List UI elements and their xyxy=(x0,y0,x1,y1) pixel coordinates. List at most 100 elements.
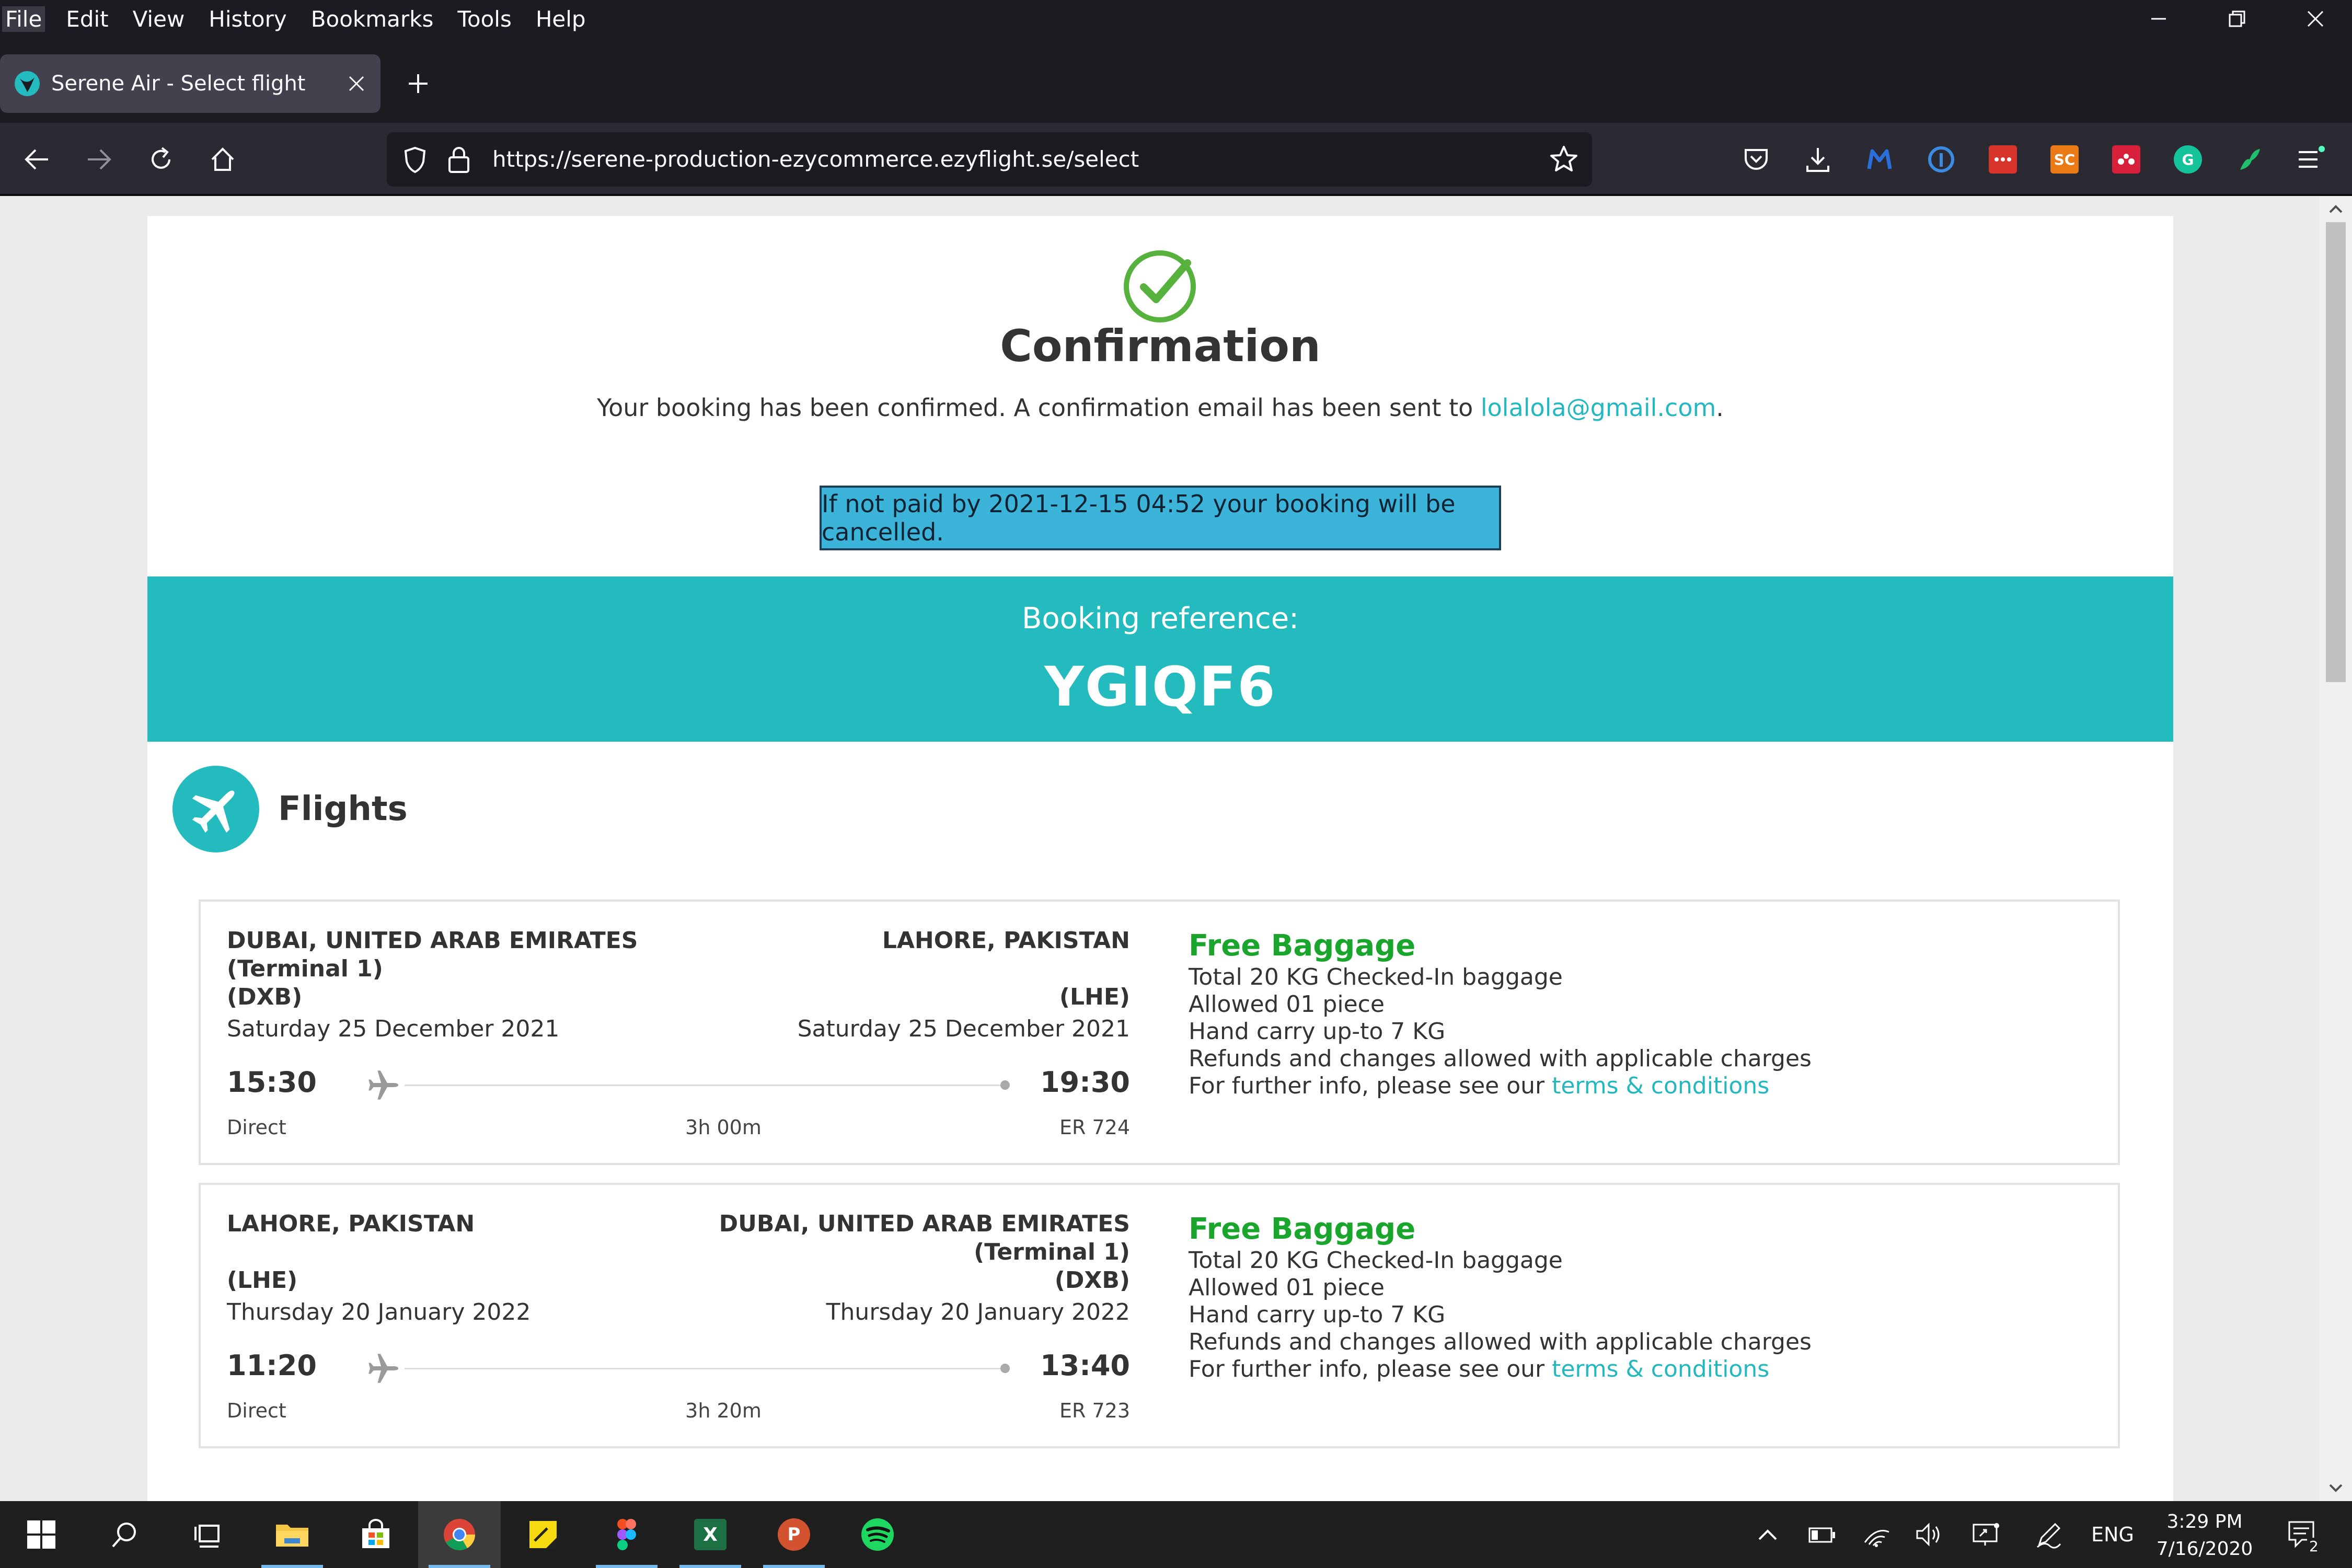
task-view-button[interactable] xyxy=(167,1501,250,1568)
menu-bookmarks[interactable]: Bookmarks xyxy=(308,6,437,32)
downloads-button[interactable] xyxy=(1802,144,1834,175)
network-status[interactable] xyxy=(1855,1501,1897,1568)
baggage-line: Hand carry up-to 7 KG xyxy=(1189,1018,1446,1045)
destination-city: DUBAI, UNITED ARAB EMIRATES (Terminal 1)(… xyxy=(555,1210,1130,1295)
shield-icon[interactable] xyxy=(400,145,430,176)
sticky-notes-button[interactable] xyxy=(502,1501,584,1568)
flight-number: ER 723 xyxy=(1059,1399,1130,1422)
extension-mendeley[interactable] xyxy=(2111,144,2142,175)
scroll-up-button[interactable] xyxy=(2320,196,2352,222)
tab-title: Serene Air - Select flight xyxy=(51,72,306,96)
running-indicator xyxy=(679,1565,741,1568)
excel-icon: X xyxy=(694,1519,727,1550)
arrival-date: Thursday 20 January 2022 xyxy=(826,1299,1130,1325)
extension-password[interactable] xyxy=(1926,144,1957,175)
new-tab-button[interactable] xyxy=(403,69,433,98)
url-bar[interactable]: https://serene-production-ezycommerce.ez… xyxy=(387,132,1592,187)
spotify-icon xyxy=(861,1518,894,1551)
notification-count: 2 xyxy=(2307,1538,2321,1555)
terms-conditions-link[interactable]: terms & conditions xyxy=(1552,1073,1769,1099)
spotify-button[interactable] xyxy=(836,1501,919,1568)
departure-date: Thursday 20 January 2022 xyxy=(227,1299,531,1325)
extension-red-app[interactable] xyxy=(1987,144,2019,175)
microsoft-store-button[interactable] xyxy=(335,1501,417,1568)
baggage-line: Total 20 KG Checked-In baggage xyxy=(1189,964,1563,990)
page-scrollbar[interactable] xyxy=(2320,196,2352,1501)
scrollbar-thumb[interactable] xyxy=(2326,222,2346,682)
windows-logo-icon xyxy=(27,1520,55,1549)
pocket-button[interactable] xyxy=(1740,144,1772,175)
speaker-icon xyxy=(1916,1523,1940,1547)
system-clock[interactable]: 3:29 PM 7/16/2020 xyxy=(2147,1508,2262,1563)
flight-card-outbound: DUBAI, UNITED ARAB EMIRATES (Terminal 1)(… xyxy=(199,900,2120,1165)
airplane-icon xyxy=(172,766,259,852)
menu-help[interactable]: Help xyxy=(533,6,589,32)
search-button[interactable] xyxy=(84,1501,166,1568)
baggage-line: Refunds and changes allowed with applica… xyxy=(1189,1329,1812,1355)
extension-grammarly[interactable]: G xyxy=(2172,144,2204,175)
show-hidden-icons-button[interactable] xyxy=(1751,1501,1784,1568)
home-button[interactable] xyxy=(204,141,241,178)
lock-icon[interactable] xyxy=(444,144,474,177)
pen-ink-button[interactable] xyxy=(2028,1501,2070,1568)
confirmation-message: Your booking has been confirmed. A confi… xyxy=(147,394,2173,422)
chevron-up-icon xyxy=(2329,205,2343,213)
extension-sc[interactable]: SC xyxy=(2049,144,2080,175)
battery-status[interactable] xyxy=(1801,1501,1843,1568)
forward-button[interactable] xyxy=(80,141,118,178)
confirmation-email-link[interactable]: lolalola@gmail.com xyxy=(1481,394,1716,422)
baggage-line: For further info, please see our terms &… xyxy=(1189,1073,2025,1100)
menu-button[interactable] xyxy=(2296,144,2327,175)
back-button[interactable] xyxy=(18,141,55,178)
powerpoint-button[interactable]: P xyxy=(753,1501,835,1568)
close-icon xyxy=(349,76,364,91)
hamburger-menu-icon xyxy=(2299,146,2325,168)
pocket-icon xyxy=(1745,149,1768,170)
serene-favicon-icon xyxy=(13,69,42,98)
monitor-icon xyxy=(1973,1523,1999,1546)
menu-history[interactable]: History xyxy=(205,6,290,32)
store-bag-icon xyxy=(362,1519,389,1548)
bookmark-star-icon[interactable] xyxy=(1548,144,1579,177)
chrome-button[interactable] xyxy=(418,1501,501,1568)
powerpoint-icon: P xyxy=(778,1518,810,1551)
destination-code: (DXB) xyxy=(1054,1267,1130,1294)
file-explorer-button[interactable] xyxy=(251,1501,333,1568)
close-window-button[interactable] xyxy=(2276,0,2352,38)
checkmark-circle-icon xyxy=(1124,250,1196,322)
extension-green-app[interactable] xyxy=(2234,144,2265,175)
display-project-button[interactable] xyxy=(1965,1501,2007,1568)
input-language[interactable]: ENG xyxy=(2086,1501,2139,1568)
volume-control[interactable] xyxy=(1908,1501,1950,1568)
flight-number: ER 724 xyxy=(1059,1116,1130,1139)
reload-button[interactable] xyxy=(142,141,180,178)
menu-file[interactable]: File xyxy=(2,6,45,32)
menu-view[interactable]: View xyxy=(130,6,188,32)
figma-button[interactable] xyxy=(585,1501,668,1568)
menu-edit[interactable]: Edit xyxy=(63,6,111,32)
further-info-text: For further info, please see our xyxy=(1189,1073,1552,1099)
tab-serene-air[interactable]: Serene Air - Select flight xyxy=(0,54,381,113)
menu-tools[interactable]: Tools xyxy=(454,6,514,32)
confirmation-title: Confirmation xyxy=(1000,320,1321,372)
menu-bar: File Edit View History Bookmarks Tools H… xyxy=(0,0,2352,38)
extension-malwarebytes[interactable] xyxy=(1864,144,1895,175)
sc-extension-icon: SC xyxy=(2050,145,2079,174)
destination-name: DUBAI, UNITED ARAB EMIRATES xyxy=(719,1210,1130,1237)
excel-button[interactable]: X xyxy=(669,1501,752,1568)
arrival-date: Saturday 25 December 2021 xyxy=(797,1016,1130,1042)
restore-button[interactable] xyxy=(2198,0,2276,38)
start-button[interactable] xyxy=(0,1501,83,1568)
navigation-toolbar: https://serene-production-ezycommerce.ez… xyxy=(0,123,2352,196)
minimize-icon xyxy=(2151,18,2166,20)
confirmation-page: Confirmation Your booking has been confi… xyxy=(147,216,2173,1501)
notifications-button[interactable]: 2 xyxy=(2277,1501,2329,1568)
scroll-down-button[interactable] xyxy=(2320,1475,2352,1501)
url-text[interactable]: https://serene-production-ezycommerce.ez… xyxy=(492,132,1139,187)
plane-icon xyxy=(368,1354,399,1383)
red-extension-icon xyxy=(1989,145,2017,174)
tab-close-button[interactable] xyxy=(346,73,367,94)
terms-conditions-link[interactable]: terms & conditions xyxy=(1552,1356,1769,1382)
booking-reference-banner: Booking reference: YGIQF6 xyxy=(147,577,2173,742)
minimize-button[interactable] xyxy=(2119,0,2198,38)
